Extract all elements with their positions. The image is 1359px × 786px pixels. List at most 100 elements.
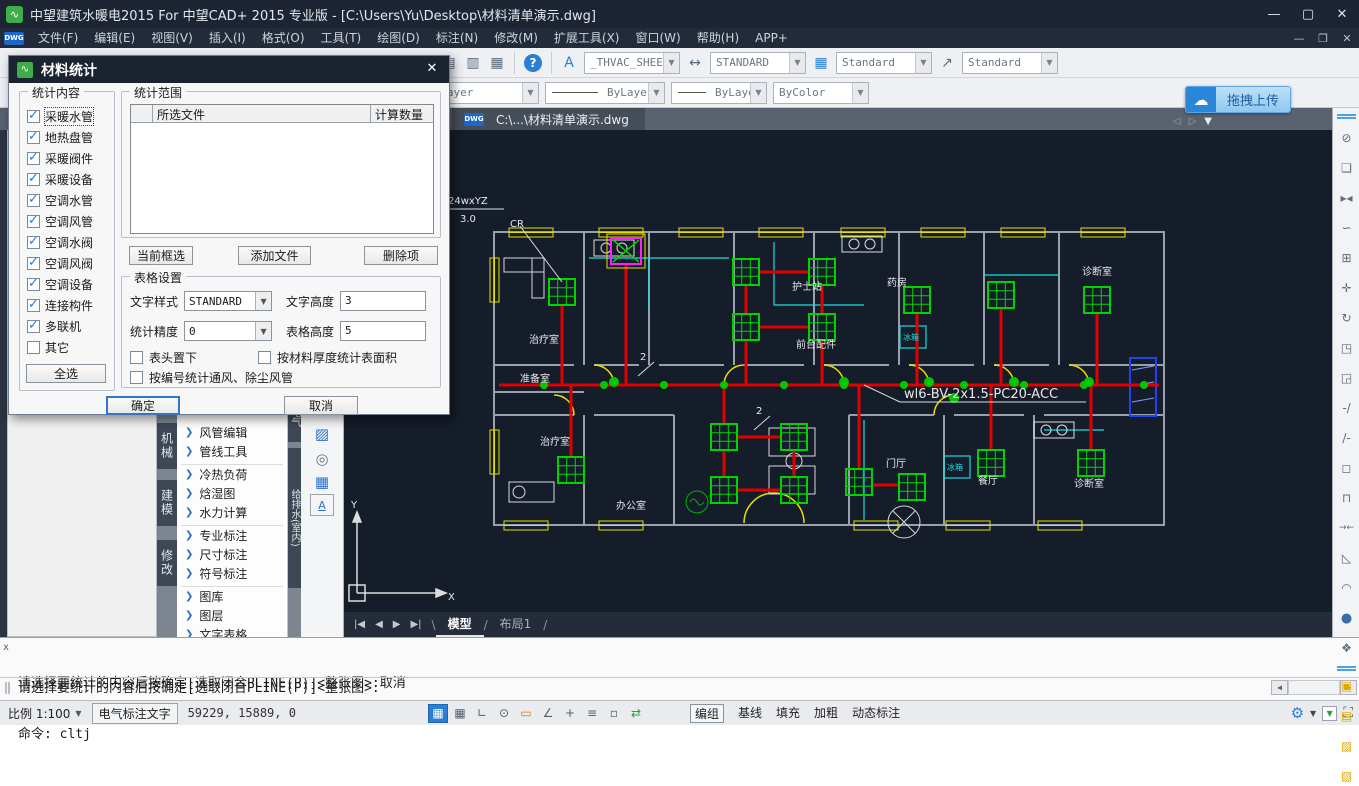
text-style-button[interactable]: 电气标注文字 — [92, 703, 178, 724]
chevron-down-icon[interactable]: ▼ — [789, 53, 805, 73]
menu-item-dimension-annotation[interactable]: ❯尺寸标注 — [177, 545, 287, 564]
checkbox-icon[interactable] — [27, 341, 40, 354]
menu-item-duct-edit[interactable]: ❯风管编辑 — [177, 423, 287, 442]
menu-item-hydraulic-calc[interactable]: ❯水力计算 — [177, 503, 287, 522]
menu-item-pipeline-tools[interactable]: ❯管线工具 — [177, 442, 287, 461]
current-selection-button[interactable]: 当前框选 — [129, 246, 193, 265]
menu-item-heating-cooling-load[interactable]: ❯冷热负荷 — [177, 465, 287, 484]
checkbox-icon[interactable] — [27, 173, 40, 186]
table-style-dropdown[interactable]: Standard ▼ — [836, 52, 932, 74]
mtext-icon[interactable]: A — [310, 494, 334, 516]
linetype-dropdown[interactable]: ByLayer ▼ — [545, 82, 665, 104]
chevron-down-icon[interactable]: ▼ — [1310, 709, 1316, 718]
trim-icon[interactable]: -/ — [1336, 398, 1357, 418]
mirror-icon[interactable]: ▸◂ — [1336, 188, 1357, 208]
draw-order-front-icon[interactable]: ▣ — [1336, 676, 1357, 696]
bold-toggle[interactable]: 加粗 — [814, 704, 838, 723]
checkbox-icon[interactable] — [27, 194, 40, 207]
checkbox-heating-equipment[interactable]: 采暖设备 — [20, 169, 114, 190]
selected-files-table[interactable]: 所选文件 计算数量 — [130, 104, 434, 234]
menu-draw[interactable]: 绘图(D) — [369, 28, 428, 48]
tab-mechanical[interactable]: 机械 — [157, 423, 177, 469]
layout-last-icon[interactable]: ▶| — [410, 619, 421, 630]
menu-format[interactable]: 格式(O) — [254, 28, 313, 48]
tab-plumbing-indoor[interactable]: 给排水(室内) — [288, 448, 301, 588]
tab-model[interactable]: 模型 — [436, 612, 484, 637]
toolbar-handle[interactable] — [1337, 114, 1356, 119]
chevron-down-icon[interactable]: ▼ — [852, 83, 868, 103]
checkbox-icon[interactable] — [130, 351, 143, 364]
menu-tools[interactable]: 工具(T) — [313, 28, 370, 48]
menu-item-layers[interactable]: ❯图层 — [177, 606, 287, 625]
drawing-canvas[interactable]: 24wxYZ 3.0 CR wl6-BV-2x1.5-PC20-ACC 2 2 … — [344, 130, 1332, 637]
chamfer-icon[interactable]: ◺ — [1336, 548, 1357, 568]
dynamic-dim-toggle[interactable]: 动态标注 — [852, 704, 900, 723]
checkbox-other[interactable]: 其它 — [20, 337, 114, 358]
baseline-toggle[interactable]: 基线 — [738, 704, 762, 723]
help-icon[interactable]: ? — [524, 54, 542, 72]
checkbox-duct-by-number[interactable]: 按编号统计通风、除尘风管 — [130, 369, 293, 386]
chevron-down-icon[interactable]: ▼ — [648, 83, 664, 103]
menu-item-psychrometric-chart[interactable]: ❯焓湿图 — [177, 484, 287, 503]
sheet-list-icon[interactable]: ▦ — [486, 52, 508, 74]
menu-dimension[interactable]: 标注(N) — [428, 28, 486, 48]
command-input[interactable]: 请选择要统计的内容后按确定[选取闭合PLINE(P)]<整张图>: — [18, 680, 380, 697]
precision-select[interactable]: 0 ▼ — [184, 321, 272, 341]
tab-scroll-left-icon[interactable]: ◁ — [1173, 116, 1181, 127]
chevron-down-icon[interactable]: ▼ — [750, 83, 766, 103]
osnap-toggle-icon[interactable]: ▭ — [516, 704, 536, 723]
checkbox-ac-equipment[interactable]: 空调设备 — [20, 274, 114, 295]
draw-order-above-icon[interactable]: ▨ — [1336, 736, 1357, 756]
sheet-view-icon[interactable]: ▥ — [462, 52, 484, 74]
checkbox-icon[interactable] — [27, 299, 40, 312]
match-properties-icon[interactable]: ❖ — [1336, 638, 1357, 658]
ortho-toggle-icon[interactable]: ∟ — [472, 704, 492, 723]
dim-style-icon[interactable]: ↔ — [684, 52, 706, 74]
snap-toggle-icon[interactable]: ▦ — [450, 704, 470, 723]
chevron-down-icon[interactable]: ▼ — [255, 292, 271, 310]
lineweight-toggle-icon[interactable]: ≡ — [582, 704, 602, 723]
stretch-icon[interactable]: ◲ — [1336, 368, 1357, 388]
checkbox-area-by-thickness[interactable]: 按材料厚度统计表面积 — [258, 349, 397, 366]
tab-modeling[interactable]: 建模 — [157, 480, 177, 526]
hatch-icon[interactable]: ▨ — [310, 423, 334, 445]
menu-item-text-table[interactable]: ❯文字表格 — [177, 625, 287, 637]
menu-file[interactable]: 文件(F) — [30, 28, 86, 48]
menu-insert[interactable]: 插入(I) — [201, 28, 254, 48]
draw-order-under-icon[interactable]: ▧ — [1336, 766, 1357, 786]
toolbar-handle[interactable] — [1337, 666, 1356, 671]
checkbox-icon[interactable] — [258, 351, 271, 364]
document-tab-active[interactable]: DWG C:\...\材料清单演示.dwg — [452, 108, 645, 130]
checkbox-ac-duct[interactable]: 空调风管 — [20, 211, 114, 232]
checkbox-ac-water-pipe[interactable]: 空调水管 — [20, 190, 114, 211]
copy-icon[interactable]: ❏ — [1336, 158, 1357, 178]
menu-modify[interactable]: 修改(M) — [486, 28, 546, 48]
delete-item-button[interactable]: 删除项 — [364, 246, 438, 265]
array-icon[interactable]: ⊞ — [1336, 248, 1357, 268]
join-icon[interactable]: →← — [1336, 518, 1357, 538]
otrack-toggle-icon[interactable]: ∠ — [538, 704, 558, 723]
menu-app-plus[interactable]: APP+ — [747, 28, 796, 48]
break-icon[interactable]: ◻ — [1336, 458, 1357, 478]
checkbox-vrf[interactable]: 多联机 — [20, 316, 114, 337]
tab-modify[interactable]: 修改 — [157, 540, 177, 586]
mleader-style-icon[interactable]: ↗ — [936, 52, 958, 74]
layout-next-icon[interactable]: ▶ — [393, 619, 401, 630]
add-file-button[interactable]: 添加文件 — [238, 246, 311, 265]
menu-help[interactable]: 帮助(H) — [689, 28, 747, 48]
scale-icon[interactable]: ◳ — [1336, 338, 1357, 358]
command-close-icon[interactable]: x — [3, 642, 9, 653]
tab-menu-caret-icon[interactable]: ▼ — [1204, 116, 1212, 127]
mleader-style-dropdown[interactable]: Standard ▼ — [962, 52, 1058, 74]
checkbox-header-bottom[interactable]: 表头置下 — [130, 349, 231, 366]
cycle-toggle-icon[interactable]: ⇄ — [626, 704, 646, 723]
selection-mode-icon[interactable]: ▼ — [1322, 706, 1337, 721]
table-height-input[interactable]: 5 — [340, 321, 426, 341]
move-icon[interactable]: ✛ — [1336, 278, 1357, 298]
menu-item-block-library[interactable]: ❯图库 — [177, 587, 287, 606]
dim-style-dropdown[interactable]: STANDARD ▼ — [710, 52, 806, 74]
extend-icon[interactable]: /- — [1336, 428, 1357, 448]
draw-order-back-icon[interactable]: ▤ — [1336, 706, 1357, 726]
plot-style-dropdown[interactable]: ByColor ▼ — [773, 82, 869, 104]
checkbox-icon[interactable] — [27, 320, 40, 333]
